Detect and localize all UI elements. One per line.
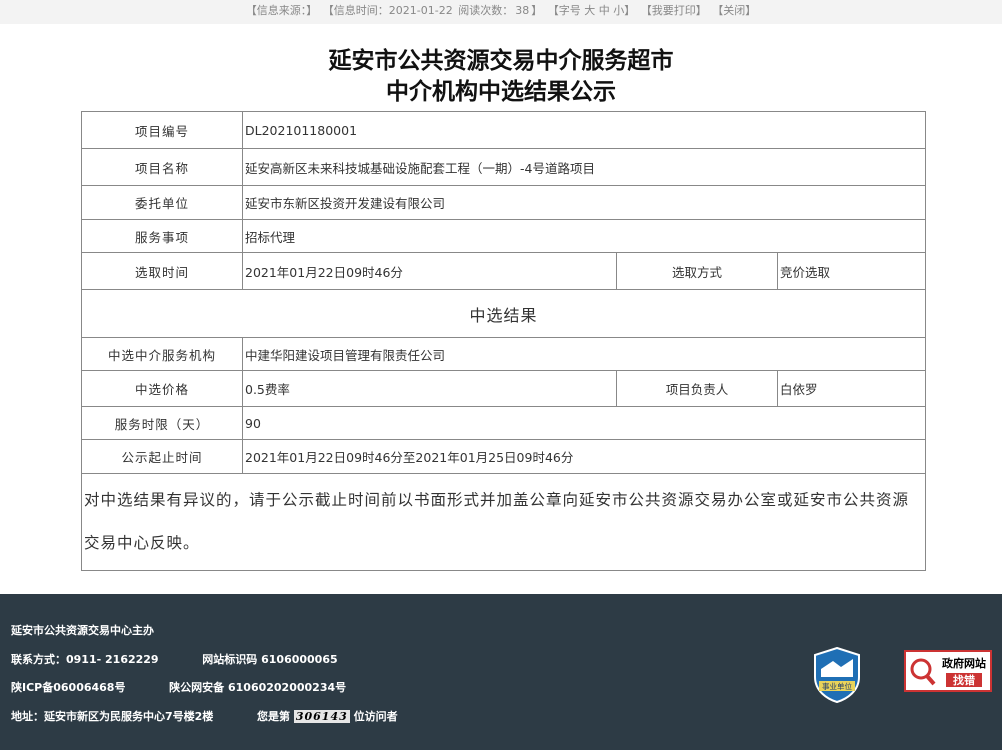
footer-host: 延安市公共资源交易中心主办 xyxy=(11,624,154,637)
period-label: 公示起止时间 xyxy=(81,439,243,474)
font-size-links[interactable]: 【字号 大 中 小】 xyxy=(548,4,636,17)
duration: 90 xyxy=(242,406,926,440)
duration-label: 服务时限（天） xyxy=(81,406,243,440)
agency-label: 中选中介服务机构 xyxy=(81,337,243,371)
footer-address: 地址：延安市新区为民服务中心7号楼2楼 xyxy=(11,710,214,723)
footer-contact: 联系方式：0911- 2162229 xyxy=(11,653,159,666)
agency: 中建华阳建设项目管理有限责任公司 xyxy=(242,337,926,371)
result-table: 项目编号 DL202101180001 项目名称 延安高新区未来科技城基础设施配… xyxy=(81,111,926,571)
table-row: 项目编号 DL202101180001 xyxy=(81,111,926,149)
gov-site-error-report-button[interactable]: 政府网站 找错 xyxy=(904,650,992,692)
table-row: 对中选结果有异议的，请于公示截止时间前以书面形式并加盖公章向延安市公共资源交易办… xyxy=(81,473,926,571)
objection-note: 对中选结果有异议的，请于公示截止时间前以书面形式并加盖公章向延安市公共资源交易办… xyxy=(81,473,926,571)
table-row: 公示起止时间 2021年01月22日09时46分至2021年01月25日09时4… xyxy=(81,439,926,474)
gov-text-1: 政府网站 xyxy=(942,656,986,670)
read-count: 38 xyxy=(515,4,530,17)
project-no-label: 项目编号 xyxy=(81,111,243,149)
info-time: 【信息时间：2021-01-22 xyxy=(322,4,453,17)
manager: 白依罗 xyxy=(777,370,926,407)
select-method: 竞价选取 xyxy=(777,252,926,290)
manager-label: 项目负责人 xyxy=(616,370,778,407)
period: 2021年01月22日09时46分至2021年01月25日09时46分 xyxy=(242,439,926,474)
magnifier-icon: 政府网站 找错 xyxy=(910,656,986,687)
table-row: 服务事项 招标代理 xyxy=(81,219,926,253)
title-line-1: 延安市公共资源交易中介服务超市 xyxy=(328,48,674,74)
client-label: 委托单位 xyxy=(81,185,243,220)
read-count-close: 】 xyxy=(531,4,543,17)
project-name: 延安高新区未来科技城基础设施配套工程（一期）-4号道路项目 xyxy=(242,148,926,186)
footer-address-line: 地址：延安市新区为民服务中心7号楼2楼 您是第 306143 位访问者 xyxy=(11,708,398,724)
footer-police[interactable]: 陕公网安备 61060202000234号 xyxy=(169,681,346,694)
close-link[interactable]: 【关闭】 xyxy=(712,4,756,17)
table-row: 服务时限（天） 90 xyxy=(81,406,926,440)
public-institution-badge-icon[interactable]: 事业单位 xyxy=(813,646,861,704)
info-bar: 【信息来源：】 【信息时间：2021-01-22 阅读次数： 38】 【字号 大 … xyxy=(0,0,1002,24)
footer-site-id: 网站标识码 6106000065 xyxy=(202,653,338,666)
select-time-label: 选取时间 xyxy=(81,252,243,290)
table-row: 中选中介服务机构 中建华阳建设项目管理有限责任公司 xyxy=(81,337,926,371)
table-row: 项目名称 延安高新区未来科技城基础设施配套工程（一期）-4号道路项目 xyxy=(81,148,926,186)
info-source: 【信息来源：】 xyxy=(245,4,318,17)
select-time: 2021年01月22日09时46分 xyxy=(242,252,617,290)
result-header: 中选结果 xyxy=(81,289,926,338)
price: 0.5费率 xyxy=(242,370,617,407)
table-row: 委托单位 延安市东新区投资开发建设有限公司 xyxy=(81,185,926,220)
read-count-label: 阅读次数： xyxy=(458,4,514,17)
gov-text-2: 找错 xyxy=(953,673,975,687)
table-row: 中选价格 0.5费率 项目负责人 白依罗 xyxy=(81,370,926,407)
project-name-label: 项目名称 xyxy=(81,148,243,186)
title-line-2: 中介机构中选结果公示 xyxy=(386,79,616,105)
project-no: DL202101180001 xyxy=(242,111,926,149)
badge-text: 事业单位 xyxy=(822,681,852,691)
service: 招标代理 xyxy=(242,219,926,253)
visitor-counter: 306143 xyxy=(293,710,350,723)
page-title: 延安市公共资源交易中介服务超市 中介机构中选结果公示 xyxy=(0,46,1002,108)
table-row: 选取时间 2021年01月22日09时46分 选取方式 竞价选取 xyxy=(81,252,926,290)
table-row: 中选结果 xyxy=(81,289,926,338)
service-label: 服务事项 xyxy=(81,219,243,253)
client: 延安市东新区投资开发建设有限公司 xyxy=(242,185,926,220)
select-method-label: 选取方式 xyxy=(616,252,778,290)
footer-contact-line: 联系方式：0911- 2162229 网站标识码 6106000065 xyxy=(11,651,338,667)
footer-icp[interactable]: 陕ICP备06006468号 xyxy=(11,681,125,694)
print-link[interactable]: 【我要打印】 xyxy=(641,4,707,17)
footer-icp-line: 陕ICP备06006468号 陕公网安备 61060202000234号 xyxy=(11,679,346,695)
visitor-prefix: 您是第 xyxy=(257,710,290,723)
price-label: 中选价格 xyxy=(81,370,243,407)
visitor-suffix: 位访问者 xyxy=(353,710,398,723)
